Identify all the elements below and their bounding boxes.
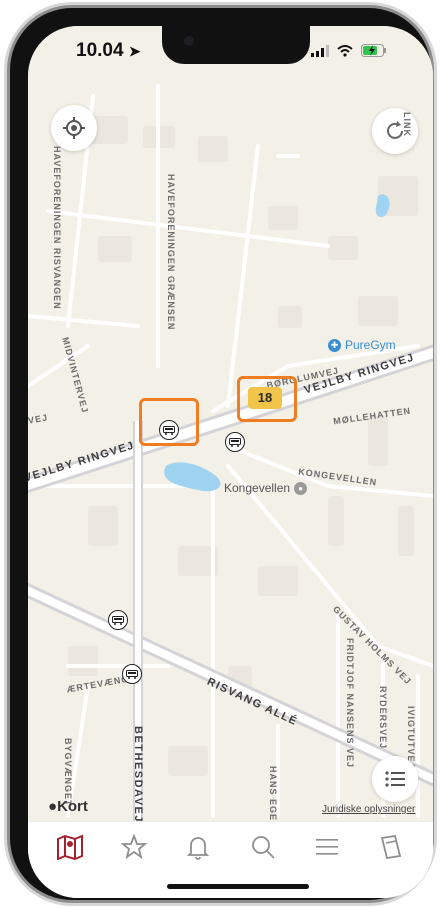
bell-icon [187, 837, 210, 860]
poi-gym[interactable]: ✚ PureGym [328, 338, 396, 352]
street-label: LINK [402, 112, 412, 137]
street-label: FRIDTJOF NANSENS VEJ [345, 638, 355, 769]
locate-me-button[interactable] [51, 105, 97, 151]
list-icon [385, 771, 405, 787]
bus-stop-icon[interactable] [108, 610, 128, 630]
device-notch [162, 26, 310, 64]
street-label: RYDERSVEJ [378, 686, 388, 750]
street-label: HAVEFORENINGEN GRÆNSEN [166, 174, 176, 331]
search-icon [251, 836, 275, 859]
home-indicator [167, 884, 309, 889]
tab-search[interactable] [243, 822, 283, 872]
bus-stop-icon[interactable] [122, 664, 142, 684]
route-badge[interactable]: 18 [248, 387, 282, 409]
list-button[interactable] [372, 756, 418, 802]
app-screen: 10.04 ➤ HAVEFORENINGEN RISVANGEN HAVEFOR… [28, 26, 433, 898]
person-icon: ● [294, 481, 308, 495]
phone-frame: 10.04 ➤ HAVEFORENINGEN RISVANGEN HAVEFOR… [10, 8, 433, 900]
street-label: HAVEFORENINGEN RISVANGEN [52, 146, 62, 310]
bus-stop-highlight [139, 398, 199, 446]
poi-stop[interactable]: Kongevellen ● [224, 481, 308, 495]
crosshair-icon [63, 117, 85, 139]
tab-notifications[interactable] [178, 822, 218, 872]
location-arrow-icon: ➤ [128, 43, 141, 59]
status-icons [311, 44, 387, 57]
wifi-icon [337, 44, 353, 57]
status-time: 10.04 ➤ [76, 40, 141, 61]
camera [184, 36, 194, 46]
tab-map[interactable] [50, 822, 90, 872]
menu-icon [315, 839, 338, 855]
legal-link[interactable]: Juridiske oplysninger [322, 804, 415, 815]
bus-stop-icon[interactable] [225, 432, 245, 452]
poi-gym-label: PureGym [345, 338, 396, 352]
tab-favorites[interactable] [114, 822, 154, 872]
apple-icon: ● [48, 798, 58, 815]
battery-charging-icon [361, 44, 386, 57]
map-attribution: ●Kort [48, 798, 88, 815]
signal-icon [311, 44, 329, 57]
tab-menu[interactable] [307, 822, 347, 872]
road-label: BETHESDAVEJ [132, 726, 144, 823]
poi-stop-label: Kongevellen [224, 481, 291, 495]
tickets-icon [380, 834, 401, 860]
street-label: BYGVÆNGET [63, 738, 73, 807]
map-icon [57, 834, 84, 860]
tab-tickets[interactable] [371, 822, 411, 872]
dumbbell-icon: ✚ [328, 338, 341, 352]
star-icon [121, 834, 148, 860]
